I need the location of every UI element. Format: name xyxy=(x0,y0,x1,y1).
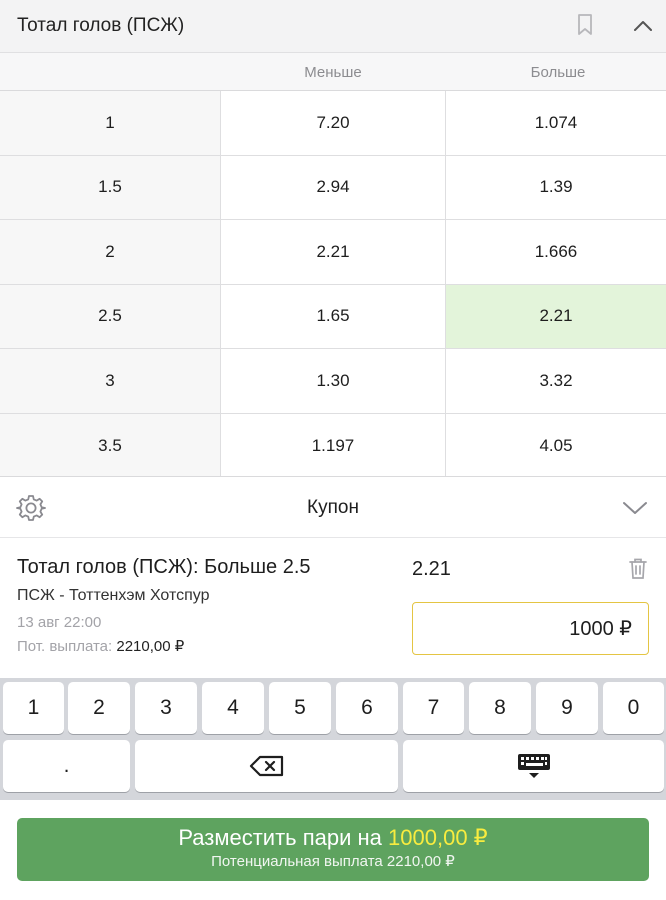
chevron-up-icon[interactable] xyxy=(631,15,655,37)
under-odds[interactable]: 1.197 xyxy=(221,413,446,478)
total-value: 3 xyxy=(0,349,221,413)
over-odds[interactable]: 1.666 xyxy=(446,220,666,284)
under-odds[interactable]: 1.65 xyxy=(221,284,446,348)
over-odds[interactable]: 1.074 xyxy=(446,91,666,155)
key-6[interactable]: 6 xyxy=(336,682,398,734)
footer: Разместить пари на 1000,00 ₽ Потенциальн… xyxy=(0,800,666,900)
over-odds[interactable]: 1.39 xyxy=(446,156,666,220)
trash-icon[interactable] xyxy=(628,557,648,580)
key-backspace[interactable] xyxy=(135,740,398,792)
chevron-down-icon[interactable] xyxy=(621,498,649,518)
under-odds[interactable]: 2.94 xyxy=(221,155,446,219)
bet-slip: Тотал голов (ПСЖ): Больше 2.5 ПСЖ - Тотт… xyxy=(0,538,666,678)
bet-odds: 2.21 xyxy=(412,558,451,580)
odds-row: 3.5 1.197 4.05 xyxy=(0,413,666,479)
bet-event-time: 13 авг 22:00 xyxy=(17,614,102,631)
market-title: Тотал голов (ПСЖ) xyxy=(17,15,185,36)
total-value: 2.5 xyxy=(0,284,221,348)
numeric-keypad: 1 2 3 4 5 6 7 8 9 0 . xyxy=(0,678,666,800)
key-4[interactable]: 4 xyxy=(202,682,264,734)
total-value: 2 xyxy=(0,220,221,284)
under-odds[interactable]: 7.20 xyxy=(221,91,446,155)
over-odds[interactable]: 3.32 xyxy=(446,349,666,413)
bet-potential-payout: Пот. выплата: 2210,00 ₽ xyxy=(17,637,184,655)
market-header[interactable]: Тотал голов (ПСЖ) xyxy=(0,0,666,53)
key-0[interactable]: 0 xyxy=(603,682,664,734)
under-odds[interactable]: 2.21 xyxy=(221,220,446,284)
key-9[interactable]: 9 xyxy=(536,682,598,734)
key-5[interactable]: 5 xyxy=(269,682,331,734)
key-dot[interactable]: . xyxy=(3,740,130,792)
stake-input[interactable] xyxy=(412,602,649,655)
key-1[interactable]: 1 xyxy=(3,682,64,734)
under-odds[interactable]: 1.30 xyxy=(221,349,446,413)
payout-amount: 2210,00 ₽ xyxy=(116,638,185,655)
key-8[interactable]: 8 xyxy=(469,682,531,734)
payout-label: Пот. выплата: xyxy=(17,638,113,655)
odds-row: 3 1.30 3.32 xyxy=(0,349,666,414)
total-value: 1.5 xyxy=(0,155,221,219)
over-odds-selected[interactable]: 2.21 xyxy=(446,284,666,348)
over-odds[interactable]: 4.05 xyxy=(446,414,666,479)
place-bet-button[interactable]: Разместить пари на 1000,00 ₽ Потенциальн… xyxy=(17,818,649,881)
odds-row: 2.5 1.65 2.21 xyxy=(0,284,666,349)
key-2[interactable]: 2 xyxy=(68,682,130,734)
key-7[interactable]: 7 xyxy=(403,682,464,734)
odds-row: 1.5 2.94 1.39 xyxy=(0,155,666,220)
column-over-label: Больше xyxy=(530,64,586,81)
bet-match-name: ПСЖ - Тоттенхэм Хотспур xyxy=(17,587,210,604)
key-3[interactable]: 3 xyxy=(135,682,197,734)
coupon-title: Купон xyxy=(307,497,359,518)
odds-table: 1 7.20 1.074 1.5 2.94 1.39 2 2.21 1.666 … xyxy=(0,91,666,478)
place-bet-text: Разместить пари на xyxy=(178,825,382,850)
total-value: 1 xyxy=(0,91,221,155)
odds-row: 1 7.20 1.074 xyxy=(0,91,666,156)
coupon-header[interactable]: Купон xyxy=(0,476,666,538)
backspace-icon xyxy=(249,755,285,777)
column-header: Меньше Больше xyxy=(0,53,666,91)
keyboard-hide-icon xyxy=(517,753,551,779)
column-under-label: Меньше xyxy=(304,64,362,81)
key-hide-keyboard[interactable] xyxy=(403,740,664,792)
bet-selection-title: Тотал голов (ПСЖ): Больше 2.5 xyxy=(17,556,311,578)
place-bet-amount: 1000,00 ₽ xyxy=(388,825,488,850)
bookmark-icon[interactable] xyxy=(575,13,595,37)
place-bet-potential-payout: Потенциальная выплата 2210,00 ₽ xyxy=(211,853,455,870)
place-bet-label: Разместить пари на 1000,00 ₽ xyxy=(17,825,649,851)
odds-row: 2 2.21 1.666 xyxy=(0,220,666,285)
total-value: 3.5 xyxy=(0,413,221,478)
